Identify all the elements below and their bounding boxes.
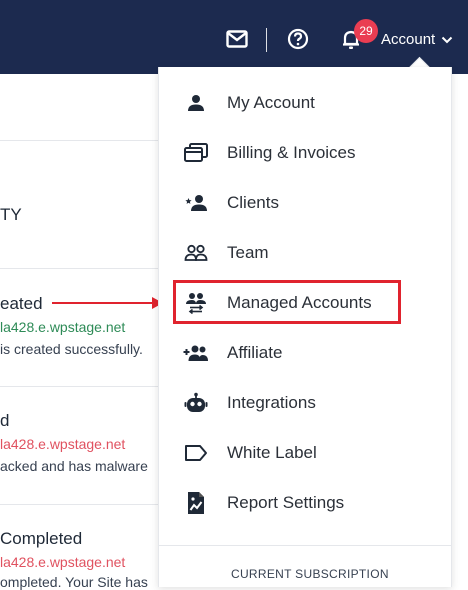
divider xyxy=(0,386,160,387)
annotation-arrow xyxy=(52,302,158,304)
clients-icon xyxy=(183,191,209,215)
billing-icon xyxy=(183,141,209,165)
team-icon xyxy=(183,241,209,265)
activity-title: eated xyxy=(0,294,43,313)
activity-site-link[interactable]: la428.e.wpstage.net xyxy=(0,554,125,570)
activity-description: acked and has malware xyxy=(0,458,148,474)
menu-item-label: My Account xyxy=(227,93,315,112)
account-dropdown-menu: My Account Billing & Invoices Clients Te… xyxy=(158,67,452,587)
affiliate-icon xyxy=(183,341,209,365)
menu-item-my-account[interactable]: My Account xyxy=(159,78,451,128)
menu-item-label: White Label xyxy=(227,443,317,462)
account-menu-toggle[interactable]: Account xyxy=(381,31,453,48)
mail-icon[interactable] xyxy=(225,27,249,51)
robot-icon xyxy=(183,391,209,415)
help-icon[interactable] xyxy=(286,27,310,51)
divider xyxy=(0,268,160,269)
activity-site-link[interactable]: la428.e.wpstage.net xyxy=(0,436,125,452)
top-navbar: 29 Account xyxy=(0,0,468,74)
menu-item-clients[interactable]: Clients xyxy=(159,178,451,228)
menu-item-label: Clients xyxy=(227,193,279,212)
current-subscription-label: CURRENT SUBSCRIPTION xyxy=(231,567,389,581)
divider xyxy=(0,140,160,141)
menu-item-label: Report Settings xyxy=(227,493,345,512)
menu-item-team[interactable]: Team xyxy=(159,228,451,278)
menu-item-integrations[interactable]: Integrations xyxy=(159,378,451,428)
menu-divider xyxy=(159,545,451,546)
menu-item-label: Affiliate xyxy=(227,343,283,362)
chevron-down-icon xyxy=(441,31,453,48)
account-label: Account xyxy=(381,31,436,48)
report-icon xyxy=(183,491,209,515)
divider xyxy=(0,504,160,505)
activity-site-link[interactable]: la428.e.wpstage.net xyxy=(0,319,125,335)
menu-item-affiliate[interactable]: Affiliate xyxy=(159,328,451,378)
person-icon xyxy=(183,91,209,115)
highlight-box xyxy=(173,280,401,324)
label-icon xyxy=(183,441,209,465)
activity-description: is created successfully. xyxy=(0,341,143,357)
section-heading: TY xyxy=(0,205,22,224)
menu-item-billing[interactable]: Billing & Invoices xyxy=(159,128,451,178)
menu-item-report-settings[interactable]: Report Settings xyxy=(159,478,451,528)
menu-item-white-label[interactable]: White Label xyxy=(159,428,451,478)
menu-item-label: Billing & Invoices xyxy=(227,143,356,162)
activity-title: d xyxy=(0,411,10,430)
menu-item-label: Integrations xyxy=(227,393,316,412)
activity-title: Completed xyxy=(0,529,83,548)
menu-item-label: Team xyxy=(227,243,269,262)
notification-count-badge: 29 xyxy=(354,19,378,43)
activity-description: ompleted. Your Site has xyxy=(0,574,148,590)
navbar-divider xyxy=(266,28,267,52)
